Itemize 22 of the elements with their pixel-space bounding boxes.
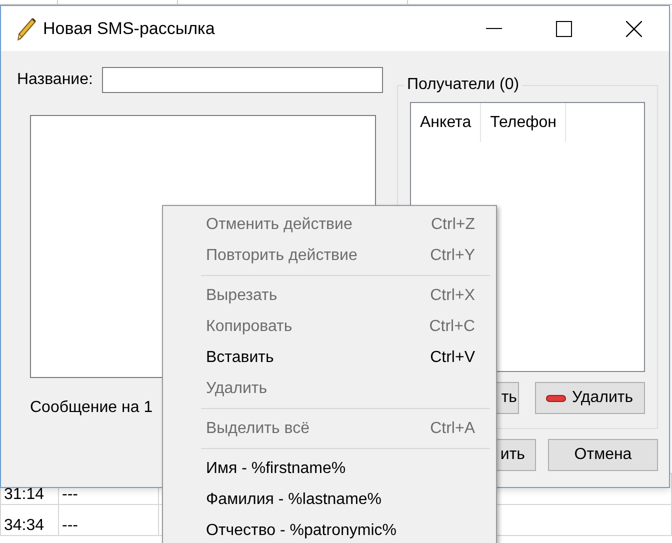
shortcut-label: Ctrl+C xyxy=(429,316,475,336)
shortcut-label: Ctrl+Y xyxy=(430,246,475,266)
menu-item-label: Выделить всё xyxy=(206,418,310,438)
table-cell: --- xyxy=(58,504,158,536)
menu-item-label: Фамилия - %lastname% xyxy=(206,490,382,510)
shortcut-label: Ctrl+V xyxy=(430,348,475,368)
shortcut-label: Ctrl+X xyxy=(430,286,475,306)
shortcut-label: Ctrl+Z xyxy=(431,214,475,234)
shortcut-label: Ctrl+A xyxy=(430,418,475,438)
menu-item-label: Отменить действие xyxy=(206,214,352,234)
menu-item-label: Вставить xyxy=(206,348,274,368)
message-info: Сообщение на 1 xyxy=(30,398,154,418)
name-label: Название: xyxy=(17,70,93,90)
menu-item-label: Повторить действие xyxy=(206,246,358,266)
table-cell: 34:34 xyxy=(0,504,58,536)
menu-item-label: Удалить xyxy=(206,378,268,398)
menu-item-label: Имя - %firstname% xyxy=(206,458,346,478)
menu-item-label: Копировать xyxy=(206,316,292,336)
recipients-title: Получатели (0) xyxy=(404,76,522,94)
window-title: Новая SMS-рассылка xyxy=(43,18,216,40)
menu-item-label: Вырезать xyxy=(206,286,278,306)
menu-item-label: Отчество - %patronymic% xyxy=(206,520,396,540)
